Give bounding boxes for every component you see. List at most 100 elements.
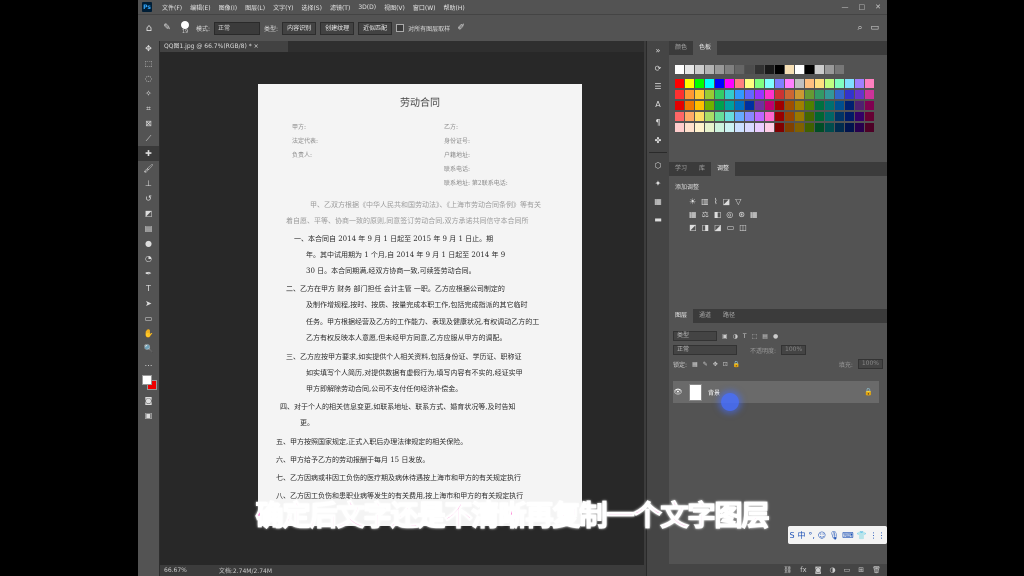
tab-channels[interactable]: 通道 bbox=[693, 309, 717, 323]
clone-stamp-tool-icon[interactable]: ⊥ bbox=[138, 176, 159, 191]
swatch-cell[interactable] bbox=[695, 101, 704, 110]
swatch-cell[interactable] bbox=[795, 65, 804, 74]
swatch-cell[interactable] bbox=[755, 65, 764, 74]
blur-tool-icon[interactable]: ● bbox=[138, 236, 159, 251]
lock-image-icon[interactable]: ✎ bbox=[703, 361, 708, 368]
tab-swatches[interactable]: 色板 bbox=[693, 41, 718, 55]
gradient-map-icon[interactable]: ▭ bbox=[727, 223, 735, 232]
posterize-icon[interactable]: ◨ bbox=[702, 223, 710, 232]
vibrance-adjust-icon[interactable]: ▽ bbox=[735, 197, 741, 206]
exposure-adjust-icon[interactable]: ◪ bbox=[723, 197, 731, 206]
pressure-icon[interactable]: ✐ bbox=[454, 23, 468, 33]
swatch-cell[interactable] bbox=[795, 123, 804, 132]
swatch-cell[interactable] bbox=[805, 112, 814, 121]
brightness-adjust-icon[interactable]: ☀ bbox=[689, 197, 696, 206]
marquee-tool-icon[interactable]: ⬚ bbox=[138, 56, 159, 71]
swatch-cell[interactable] bbox=[845, 79, 854, 88]
dodge-tool-icon[interactable]: ◔ bbox=[138, 251, 159, 266]
menu-window[interactable]: 窗口(W) bbox=[409, 3, 440, 12]
menu-edit[interactable]: 编辑(E) bbox=[186, 3, 214, 12]
brush-size-picker[interactable]: 19 bbox=[178, 21, 192, 35]
mode-select[interactable]: 正常 bbox=[214, 21, 261, 35]
swatch-cell[interactable] bbox=[775, 101, 784, 110]
swatch-cell[interactable] bbox=[715, 101, 724, 110]
libraries-panel-icon[interactable]: ▦ bbox=[647, 192, 669, 210]
proximity-match-button[interactable]: 近似匹配 bbox=[358, 21, 393, 35]
swatch-cell[interactable] bbox=[705, 123, 714, 132]
paragraph-panel-icon[interactable]: ¶ bbox=[647, 113, 669, 131]
swatch-cell[interactable] bbox=[725, 90, 734, 99]
levels-adjust-icon[interactable]: ▥ bbox=[701, 197, 709, 206]
swatch-cell[interactable] bbox=[785, 112, 794, 121]
photo-filter-icon[interactable]: ◎ bbox=[726, 210, 733, 219]
minimize-button[interactable]: — bbox=[842, 3, 849, 11]
swatch-cell[interactable] bbox=[855, 101, 864, 110]
swatch-cell[interactable] bbox=[815, 79, 824, 88]
swatch-cell[interactable] bbox=[695, 65, 704, 74]
swatch-cell[interactable] bbox=[765, 112, 774, 121]
swatch-cell[interactable] bbox=[865, 123, 874, 132]
swatch-cell[interactable] bbox=[865, 101, 874, 110]
new-group-icon[interactable]: ▭ bbox=[844, 566, 851, 574]
swatch-cell[interactable] bbox=[805, 123, 814, 132]
layer-mask-icon[interactable]: ◙ bbox=[815, 566, 822, 574]
swatch-cell[interactable] bbox=[835, 90, 844, 99]
swatch-cell[interactable] bbox=[715, 90, 724, 99]
tab-layers[interactable]: 图层 bbox=[669, 309, 694, 323]
swatch-cell[interactable] bbox=[745, 79, 754, 88]
swatch-cell[interactable] bbox=[715, 79, 724, 88]
maximize-button[interactable]: □ bbox=[859, 3, 866, 11]
eraser-tool-icon[interactable]: ◩ bbox=[138, 206, 159, 221]
swatch-cell[interactable] bbox=[725, 112, 734, 121]
swatch-cell[interactable] bbox=[785, 79, 794, 88]
document-tab[interactable]: QQ图1.jpg @ 66.7%(RGB/8) * × bbox=[160, 41, 288, 52]
swatch-cell[interactable] bbox=[775, 79, 784, 88]
swatch-cell[interactable] bbox=[675, 112, 684, 121]
type-tool-icon[interactable]: T bbox=[138, 281, 159, 296]
swatch-cell[interactable] bbox=[855, 123, 864, 132]
lock-all-icon[interactable]: 🔒 bbox=[733, 361, 740, 368]
swatch-cell[interactable] bbox=[685, 65, 694, 74]
tab-libraries[interactable]: 库 bbox=[693, 162, 711, 176]
swatch-cell[interactable] bbox=[755, 112, 764, 121]
swatch-cell[interactable] bbox=[705, 79, 714, 88]
layer-background[interactable]: 👁 背景 🔒 bbox=[673, 381, 879, 403]
swatch-cell[interactable] bbox=[685, 101, 694, 110]
character-panel-icon[interactable]: A bbox=[647, 95, 669, 113]
filter-shape-icon[interactable]: ⬚ bbox=[752, 333, 758, 340]
swatch-cell[interactable] bbox=[825, 101, 834, 110]
lock-position-icon[interactable]: ✥ bbox=[713, 361, 718, 368]
selective-color-icon[interactable]: ◫ bbox=[739, 223, 747, 232]
swatch-cell[interactable] bbox=[815, 101, 824, 110]
swatch-cell[interactable] bbox=[795, 79, 804, 88]
brush-settings-icon[interactable]: ✤ bbox=[647, 131, 669, 149]
swatch-cell[interactable] bbox=[725, 101, 734, 110]
swatch-cell[interactable] bbox=[765, 101, 774, 110]
glyphs-panel-icon[interactable]: ✦ bbox=[647, 174, 669, 192]
move-tool-icon[interactable]: ✥ bbox=[138, 41, 159, 56]
swatch-cell[interactable] bbox=[705, 65, 714, 74]
tab-learn[interactable]: 学习 bbox=[669, 162, 693, 176]
quick-select-tool-icon[interactable]: ✧ bbox=[138, 86, 159, 101]
swatch-cell[interactable] bbox=[715, 65, 724, 74]
swatch-cell[interactable] bbox=[775, 90, 784, 99]
swatch-cell[interactable] bbox=[865, 112, 874, 121]
color-lookup-icon[interactable]: ▦ bbox=[750, 210, 758, 219]
swatch-cell[interactable] bbox=[845, 101, 854, 110]
swatch-cell[interactable] bbox=[715, 112, 724, 121]
swatch-cell[interactable] bbox=[835, 65, 844, 74]
layer-name[interactable]: 背景 bbox=[708, 388, 720, 397]
channel-mixer-icon[interactable]: ⊛ bbox=[738, 210, 745, 219]
swatch-cell[interactable] bbox=[815, 112, 824, 121]
filter-toggle-icon[interactable]: ● bbox=[773, 333, 778, 340]
swatch-cell[interactable] bbox=[825, 112, 834, 121]
menu-3d[interactable]: 3D(D) bbox=[354, 4, 380, 11]
tab-paths[interactable]: 路径 bbox=[717, 309, 741, 323]
swatch-cell[interactable] bbox=[705, 101, 714, 110]
hand-tool-icon[interactable]: ✋ bbox=[138, 326, 159, 341]
visibility-eye-icon[interactable]: 👁 bbox=[673, 388, 683, 396]
swatch-cell[interactable] bbox=[855, 90, 864, 99]
new-layer-icon[interactable]: ⊞ bbox=[858, 566, 864, 574]
swatch-cell[interactable] bbox=[805, 65, 814, 74]
swatch-cell[interactable] bbox=[865, 90, 874, 99]
